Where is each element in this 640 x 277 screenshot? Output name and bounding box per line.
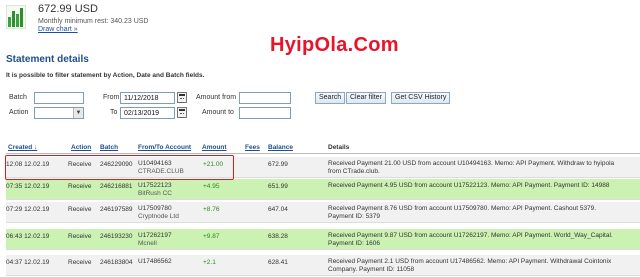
- draw-chart-link[interactable]: Draw chart »: [38, 26, 78, 33]
- cell-details: Received Payment 8.76 USD from account U…: [328, 205, 597, 212]
- cell-created: 04:37 12.02.19: [6, 259, 50, 266]
- cell-account: U17509780: [138, 205, 172, 212]
- minimum-rest: Monthly minimum rest: 340.23 USD: [38, 18, 149, 25]
- watermark: HyipOla.Com: [270, 34, 399, 56]
- cell-balance: 628.41: [268, 259, 288, 266]
- cell-account-name: Cryptnode Ltd: [138, 213, 179, 220]
- cell-batch: 246216881: [100, 183, 133, 190]
- column-details: Details: [328, 144, 350, 151]
- filter-note: It is possible to filter statement by Ac…: [6, 72, 205, 79]
- cell-amount: +4.95: [203, 183, 220, 190]
- cell-details-cont: Company. Payment ID: 11058: [328, 266, 415, 273]
- cell-balance: 672.99: [268, 161, 288, 168]
- page-title: Statement details: [6, 54, 89, 65]
- cell-action: Receive: [68, 183, 92, 190]
- header-divider: [6, 153, 640, 154]
- table-row: 04:37 12.02.19 Receive 246183804 U174865…: [6, 255, 640, 276]
- cell-batch: 246183804: [100, 259, 133, 266]
- clear-filter-button[interactable]: Clear filter: [346, 92, 386, 104]
- to-date-input[interactable]: [120, 107, 175, 119]
- table-row: 07:35 12.02.19 Receive 246216881 U175221…: [6, 179, 640, 200]
- calendar-icon[interactable]: [177, 107, 187, 118]
- column-balance[interactable]: Balance: [268, 144, 293, 151]
- cell-amount: +8.76: [203, 206, 220, 213]
- cell-created: 07:29 12.02.19: [6, 206, 50, 213]
- highlight-box: [5, 155, 234, 180]
- action-label: Action: [9, 109, 29, 116]
- cell-balance: 647.04: [268, 206, 288, 213]
- cell-amount: +2.1: [203, 259, 216, 266]
- batch-input[interactable]: [34, 92, 84, 104]
- cell-account-name: BitRush CC: [138, 190, 172, 197]
- column-fees[interactable]: Fees: [245, 144, 260, 151]
- cell-details-cont: from CTrade.club.: [328, 168, 380, 175]
- cell-details-cont: Payment ID: 5379: [328, 213, 381, 220]
- cell-created: 06:43 12.02.19: [6, 233, 50, 240]
- cell-details: Received Payment 2.1 USD from account U1…: [328, 258, 612, 265]
- amount-to-label: Amount to: [202, 109, 234, 116]
- batch-label: Batch: [9, 94, 27, 101]
- cell-account: U17486562: [138, 258, 172, 265]
- column-batch[interactable]: Batch: [100, 144, 118, 151]
- chevron-down-icon: ▼: [73, 108, 83, 118]
- amount-from-input[interactable]: [239, 92, 291, 104]
- cell-action: Receive: [68, 233, 92, 240]
- search-button[interactable]: Search: [315, 92, 346, 104]
- cell-details: Received Payment 21.00 USD from account …: [328, 160, 615, 167]
- from-label: From: [103, 94, 120, 101]
- from-date-input[interactable]: [120, 92, 175, 104]
- cell-action: Receive: [68, 206, 92, 213]
- column-created[interactable]: Created ↓: [8, 144, 37, 151]
- cell-batch: 246197589: [100, 206, 133, 213]
- calendar-icon[interactable]: [177, 92, 187, 103]
- column-action[interactable]: Action: [71, 144, 91, 151]
- cell-balance: 651.99: [268, 183, 288, 190]
- cell-details: Received Payment 4.95 USD from account U…: [328, 182, 610, 189]
- amount-to-input[interactable]: [239, 107, 291, 119]
- cell-details: Received Payment 9.87 USD from account U…: [328, 232, 613, 239]
- table-row: 07:29 12.02.19 Receive 246197589 U175097…: [6, 202, 640, 223]
- amount-from-label: Amount from: [196, 94, 237, 101]
- cell-batch: 246193230: [100, 233, 133, 240]
- csv-history-button[interactable]: Get CSV History: [391, 92, 451, 104]
- cell-amount: +9.87: [203, 233, 220, 240]
- chart-icon: [6, 5, 26, 29]
- cell-balance: 638.28: [268, 233, 288, 240]
- cell-account: U17522123: [138, 182, 172, 189]
- column-from-to[interactable]: From/To Account: [138, 144, 191, 151]
- cell-account: U17262197: [138, 232, 172, 239]
- column-amount[interactable]: Amount: [202, 144, 227, 151]
- action-select[interactable]: ▼: [34, 107, 84, 119]
- cell-details-cont: Payment ID: 1606: [328, 240, 381, 247]
- cell-account-name: Mcnell: [138, 240, 157, 247]
- cell-created: 07:35 12.02.19: [6, 183, 50, 190]
- to-label: To: [110, 109, 118, 116]
- account-balance: 672.99 USD: [38, 3, 98, 15]
- cell-action: Receive: [68, 259, 92, 266]
- table-row: 06:43 12.02.19 Receive 246193230 U172621…: [6, 229, 640, 250]
